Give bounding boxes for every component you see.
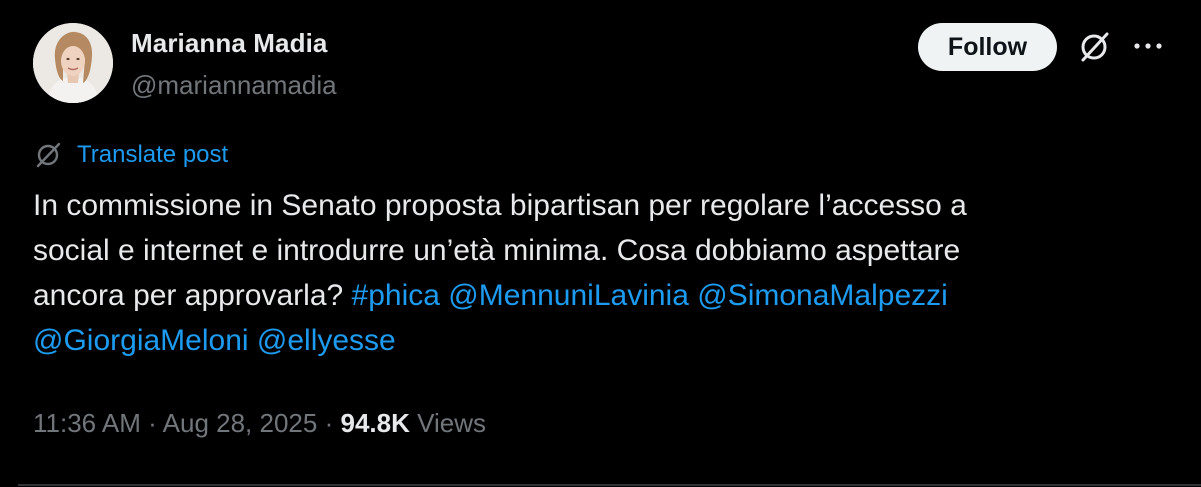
hashtag-link[interactable]: #phica: [352, 279, 440, 312]
translate-post-link[interactable]: Translate post: [33, 140, 228, 170]
grok-slash-circle-icon[interactable]: [1075, 28, 1113, 66]
mention-link[interactable]: @GiorgiaMeloni: [33, 324, 249, 357]
translate-post-label: Translate post: [77, 141, 229, 168]
post-time[interactable]: 11:36 AM: [33, 408, 141, 438]
post-text-line: @GiorgiaMeloni @ellyesse: [33, 318, 1173, 363]
post-date[interactable]: Aug 28, 2025: [163, 408, 318, 438]
grok-slash-circle-icon: [33, 140, 63, 170]
mention-link[interactable]: @ellyesse: [257, 324, 396, 357]
meta-separator: ·: [324, 408, 334, 438]
author-handle[interactable]: @mariannamadia: [131, 70, 337, 101]
mention-link[interactable]: @SimonaMalpezzi: [697, 279, 948, 312]
post-text: In commissione in Senato proposta bipart…: [33, 183, 1173, 363]
divider: [18, 484, 1201, 486]
author-name[interactable]: Marianna Madia: [131, 28, 327, 59]
follow-button[interactable]: Follow: [918, 23, 1057, 71]
views-label: Views: [417, 408, 486, 438]
post-text-line: ancora per approvarla? #phica @MennuniLa…: [33, 273, 1173, 318]
more-dots-icon[interactable]: [1131, 36, 1165, 56]
post-text-segment: ancora per approvarla?: [33, 279, 344, 312]
meta-separator: ·: [148, 408, 157, 438]
post-meta: 11:36 AM · Aug 28, 2025 · 94.8K Views: [33, 408, 486, 439]
post-text-line: social e internet e introdurre un’età mi…: [33, 234, 961, 267]
mention-link[interactable]: @MennuniLavinia: [448, 279, 689, 312]
avatar[interactable]: [33, 23, 113, 103]
post-card: Marianna Madia @mariannamadia Follow Tra…: [0, 0, 1201, 487]
post-text-line: In commissione in Senato proposta bipart…: [33, 189, 967, 222]
views-count: 94.8K: [340, 408, 410, 438]
